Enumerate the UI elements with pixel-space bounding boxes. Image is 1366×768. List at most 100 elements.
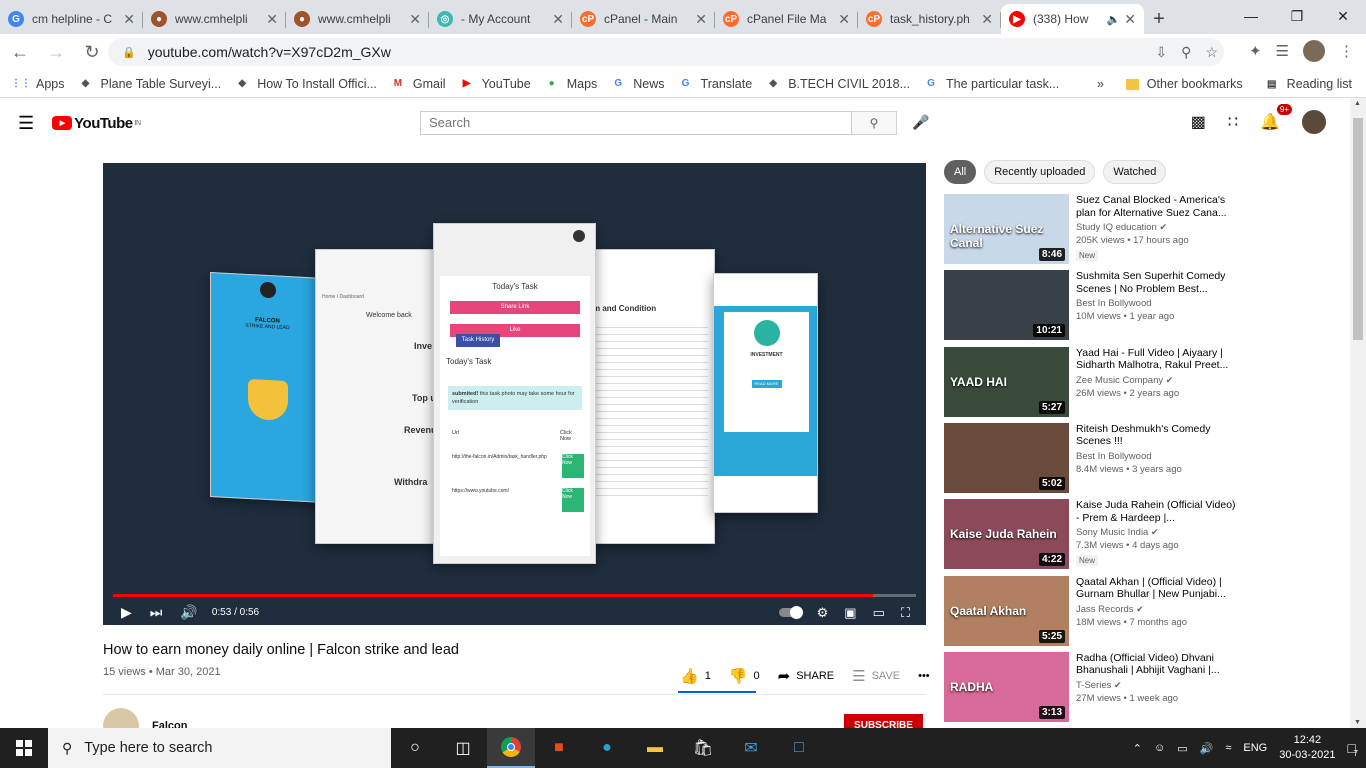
settings-icon[interactable]: ⚙: [817, 605, 829, 621]
close-tab-icon[interactable]: ✕: [266, 11, 278, 28]
browser-tab[interactable]: cP cPanel - Main ✕: [572, 4, 715, 34]
bookmark-item[interactable]: ◆ Plane Table Surveyi...: [79, 77, 222, 91]
close-window-icon[interactable]: ✕: [1320, 0, 1366, 32]
recommendation-title[interactable]: Qaatal Akhan | (Official Video) | Gurnam…: [1076, 576, 1236, 601]
address-bar[interactable]: 🔒 youtube.com/watch?v=X97cD2m_GXw ⇩ ⚲ ☆: [108, 38, 1224, 66]
chrome-icon[interactable]: [487, 728, 535, 768]
language-indicator[interactable]: ENG: [1243, 742, 1267, 754]
close-tab-icon[interactable]: ✕: [981, 11, 993, 28]
browser-tab[interactable]: cP cPanel File Ma ✕: [715, 4, 858, 34]
miniplayer-icon[interactable]: ▣: [844, 605, 856, 621]
create-video-icon[interactable]: ▩: [1191, 112, 1206, 132]
people-icon[interactable]: ☺: [1154, 742, 1165, 754]
browser-tab[interactable]: ● www.cmhelpli ✕: [286, 4, 429, 34]
bookmark-item[interactable]: G Translate: [679, 77, 753, 91]
bookmark-item[interactable]: G The particular task...: [924, 77, 1059, 91]
recommendation-item[interactable]: 5:02 Riteish Deshmukh's Comedy Scenes !!!…: [944, 422, 1344, 493]
recommendation-channel[interactable]: Jass Records ✔: [1076, 604, 1236, 615]
bookmark-item[interactable]: ▶ YouTube: [460, 77, 531, 91]
reading-list[interactable]: ▤ Reading list: [1265, 77, 1352, 91]
bookmark-item[interactable]: ⋮⋮ Apps: [11, 77, 65, 91]
recommendation-title[interactable]: Sushmita Sen Superhit Comedy Scenes | No…: [1076, 270, 1236, 295]
back-icon[interactable]: ←: [4, 36, 36, 68]
fullscreen-icon[interactable]: ⛶: [901, 605, 910, 621]
browser-tab[interactable]: Gcm helpline - C ✕: [0, 4, 143, 34]
bookmark-item[interactable]: G News: [611, 77, 664, 91]
hamburger-menu-icon[interactable]: ☰: [18, 113, 34, 134]
battery-icon[interactable]: ▭: [1177, 742, 1187, 755]
clock[interactable]: 12:42 30-03-2021: [1279, 733, 1335, 763]
progress-bar[interactable]: [113, 594, 916, 597]
recommendation-channel[interactable]: T-Series ✔: [1076, 680, 1236, 691]
recommendation-item[interactable]: YAAD HAI 5:27 Yaad Hai - Full Video | Aiya…: [944, 346, 1344, 417]
bookmark-item[interactable]: M Gmail: [391, 77, 446, 91]
video-thumbnail[interactable]: 5:02: [944, 422, 1069, 493]
minimize-icon[interactable]: —: [1228, 0, 1274, 32]
video-thumbnail[interactable]: Alternative Suez Canal 8:46: [944, 194, 1069, 264]
scrollbar-thumb[interactable]: [1353, 118, 1363, 340]
action-center-icon[interactable]: □ 7: [1348, 740, 1358, 758]
recommendation-channel[interactable]: Zee Music Company ✔: [1076, 375, 1236, 386]
task-view-icon[interactable]: ◫: [439, 728, 487, 768]
install-icon[interactable]: ⇩: [1155, 44, 1167, 61]
edge-icon[interactable]: ●: [583, 728, 631, 768]
theater-icon[interactable]: ▭: [873, 605, 885, 621]
bookmark-item[interactable]: ● Maps: [545, 77, 598, 91]
recommendation-title[interactable]: Kaise Juda Rahein (Official Video) - Pre…: [1076, 499, 1236, 524]
notifications-icon[interactable]: 🔔 9+: [1260, 104, 1292, 132]
close-tab-icon[interactable]: ✕: [1124, 11, 1136, 28]
forward-icon[interactable]: →: [40, 36, 72, 68]
media-control-icon[interactable]: ☰: [1276, 42, 1289, 60]
browser-tab[interactable]: ◎ - My Account ✕: [429, 4, 572, 34]
file-explorer-icon[interactable]: ▬: [631, 728, 679, 768]
recommendation-item[interactable]: 10:21 Sushmita Sen Superhit Comedy Scenes…: [944, 270, 1344, 341]
play-icon[interactable]: ▶: [121, 604, 132, 621]
video-thumbnail[interactable]: RADHA 3:13: [944, 651, 1069, 722]
profile-avatar[interactable]: [1303, 40, 1325, 62]
bookmark-item[interactable]: ◆ How To Install Offici...: [235, 77, 377, 91]
recommendation-channel[interactable]: Best In Bollywood: [1076, 298, 1236, 309]
video-thumbnail[interactable]: Kaise Juda Rahein 4:22: [944, 499, 1069, 570]
close-tab-icon[interactable]: ✕: [695, 11, 707, 28]
browser-tab[interactable]: ● www.cmhelpli ✕: [143, 4, 286, 34]
cortana-icon[interactable]: ○: [391, 728, 439, 768]
filter-chip[interactable]: Watched: [1103, 160, 1167, 184]
share-button[interactable]: ➦ SHARE: [778, 667, 834, 685]
scroll-up-icon[interactable]: ▲: [1354, 100, 1361, 107]
close-tab-icon[interactable]: ✕: [838, 11, 850, 28]
lock-icon[interactable]: 🔒: [122, 46, 136, 59]
next-icon[interactable]: ⏭: [150, 604, 163, 621]
video-thumbnail[interactable]: Qaatal Akhan 5:25: [944, 575, 1069, 646]
audio-icon[interactable]: 🔈: [1107, 13, 1121, 26]
filter-chip[interactable]: Recently uploaded: [984, 160, 1096, 184]
youtube-logo[interactable]: ▶ YouTube IN: [52, 115, 141, 132]
recommendation-channel[interactable]: Sony Music India ✔: [1076, 527, 1236, 538]
search-input[interactable]: Search: [420, 111, 852, 135]
recommendation-title[interactable]: Suez Canal Blocked - America's plan for …: [1076, 194, 1236, 219]
dislike-button[interactable]: 👎 0: [729, 667, 760, 685]
extensions-icon[interactable]: ✦: [1249, 42, 1262, 60]
browser-tab[interactable]: ▶ (338) How 🔈 ✕: [1001, 4, 1144, 34]
restore-icon[interactable]: ❐: [1274, 0, 1320, 32]
bookmark-item[interactable]: ◆ B.TECH CIVIL 2018...: [766, 77, 910, 91]
reload-icon[interactable]: ↻: [76, 36, 108, 68]
store-icon[interactable]: 🛍: [679, 728, 727, 768]
recommendation-item[interactable]: RADHA 3:13 Radha (Official Video) Dhvani B…: [944, 651, 1344, 722]
recommendation-title[interactable]: Riteish Deshmukh's Comedy Scenes !!!: [1076, 423, 1236, 448]
menu-dots-icon[interactable]: ⋮: [1339, 42, 1354, 60]
recommendation-title[interactable]: Radha (Official Video) Dhvani Bhanushali…: [1076, 652, 1236, 677]
other-bookmarks[interactable]: Other bookmarks: [1125, 77, 1243, 91]
taskbar-search[interactable]: ⚲ Type here to search: [48, 728, 391, 768]
wifi-icon[interactable]: ≈: [1225, 742, 1231, 754]
video-thumbnail[interactable]: 10:21: [944, 270, 1069, 341]
tray-chevron-icon[interactable]: ⌃: [1133, 742, 1142, 755]
autoplay-toggle[interactable]: [778, 606, 803, 619]
close-tab-icon[interactable]: ✕: [123, 11, 135, 28]
close-tab-icon[interactable]: ✕: [409, 11, 421, 28]
save-button[interactable]: ☰ SAVE: [852, 667, 900, 685]
recommendation-item[interactable]: Alternative Suez Canal 8:46 Suez Canal Blo…: [944, 194, 1344, 264]
windows-start-icon[interactable]: [0, 728, 48, 768]
speaker-icon[interactable]: 🔊: [1200, 742, 1214, 755]
filter-chip[interactable]: All: [944, 160, 977, 184]
like-button[interactable]: 👍 1: [680, 667, 711, 685]
